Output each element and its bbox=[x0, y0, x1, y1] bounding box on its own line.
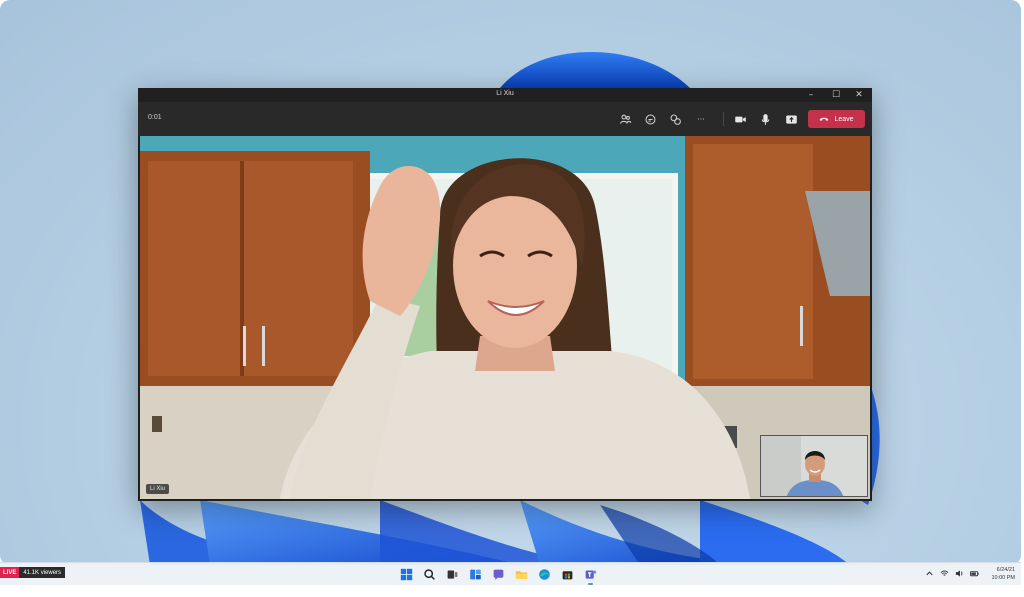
share-screen-button[interactable] bbox=[783, 111, 799, 127]
viewer-count: 41.1K viewers bbox=[19, 567, 66, 578]
chat-icon bbox=[493, 569, 504, 580]
people-icon bbox=[619, 114, 631, 124]
start-icon bbox=[400, 568, 413, 581]
system-tray bbox=[925, 569, 979, 578]
toolbar-separator bbox=[723, 112, 724, 126]
chevron-up-icon[interactable] bbox=[925, 569, 934, 578]
participant-name-tag: Li Xiu bbox=[146, 484, 170, 494]
live-badge: LIVE 41.1K viewers bbox=[0, 567, 66, 578]
live-tag: LIVE bbox=[0, 567, 20, 578]
participants-button[interactable] bbox=[617, 111, 633, 127]
reactions-button[interactable] bbox=[667, 111, 683, 127]
taskbar-clock[interactable]: 6/24/21 10:00 PM bbox=[991, 566, 1015, 582]
call-toolbar: 0:01 ··· Leave bbox=[138, 102, 872, 136]
main-video-feed: Li Xiu bbox=[140, 136, 870, 499]
file-explorer-button[interactable] bbox=[513, 566, 530, 583]
share-icon bbox=[785, 114, 797, 124]
chat-icon bbox=[645, 114, 655, 124]
file-explorer-icon bbox=[515, 571, 528, 579]
camera-icon bbox=[734, 116, 746, 122]
chat-button[interactable] bbox=[642, 111, 658, 127]
self-video bbox=[761, 436, 867, 496]
store-icon bbox=[562, 571, 573, 580]
camera-button[interactable] bbox=[732, 111, 748, 127]
leave-label: Leave bbox=[834, 115, 854, 123]
widgets-button[interactable] bbox=[467, 566, 484, 583]
clock-time: 10:00 PM bbox=[991, 575, 1015, 581]
edge-icon bbox=[539, 569, 550, 580]
minimize-button[interactable]: – bbox=[798, 88, 824, 102]
mic-button[interactable] bbox=[757, 111, 773, 127]
mic-icon bbox=[761, 113, 769, 125]
wifi-icon[interactable] bbox=[940, 569, 949, 578]
teams-icon bbox=[585, 570, 597, 579]
self-view-video[interactable] bbox=[760, 435, 868, 497]
start-button[interactable] bbox=[398, 566, 415, 583]
search-icon bbox=[424, 569, 435, 580]
teams-button[interactable] bbox=[582, 566, 599, 585]
edge-button[interactable] bbox=[536, 566, 553, 583]
window-title: Li Xiu bbox=[496, 90, 514, 97]
taskbar: 6/24/21 10:00 PM bbox=[0, 562, 1021, 585]
leave-button[interactable]: Leave bbox=[808, 110, 865, 128]
call-timer: 0:01 bbox=[148, 114, 162, 121]
title-bar[interactable]: Li Xiu – ☐ ✕ bbox=[138, 88, 872, 102]
close-button[interactable]: ✕ bbox=[846, 88, 872, 102]
hang-up-icon bbox=[820, 117, 829, 121]
store-button[interactable] bbox=[559, 566, 576, 583]
search-button[interactable] bbox=[421, 566, 438, 583]
taskbar-apps bbox=[398, 566, 599, 585]
more-icon: ··· bbox=[697, 114, 705, 124]
clock-date: 6/24/21 bbox=[996, 567, 1015, 573]
task-view-button[interactable] bbox=[444, 566, 461, 583]
teams-call-window: Li Xiu – ☐ ✕ 0:01 ··· Leave Li Xiu bbox=[138, 88, 872, 501]
volume-icon[interactable] bbox=[955, 569, 964, 578]
task-view-icon bbox=[447, 570, 458, 579]
widgets-icon bbox=[470, 569, 481, 580]
reactions-icon bbox=[670, 114, 681, 125]
more-button[interactable]: ··· bbox=[693, 111, 709, 127]
battery-icon[interactable] bbox=[970, 569, 979, 578]
chat-app-button[interactable] bbox=[490, 566, 507, 583]
